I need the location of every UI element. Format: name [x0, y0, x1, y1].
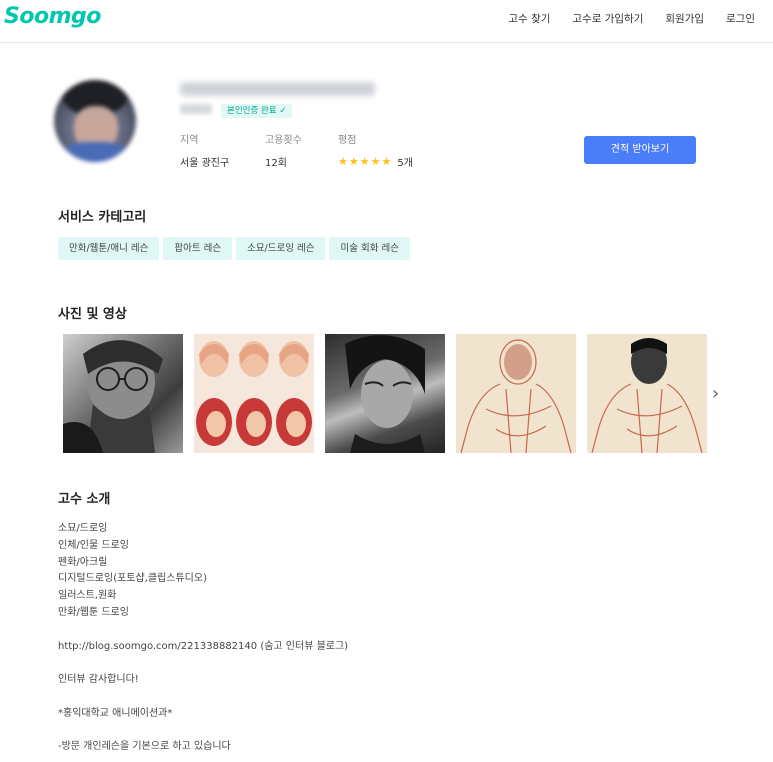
stat-hires-value: 12회: [265, 158, 287, 169]
profile-subname-blurred: [180, 104, 212, 114]
top-header: Soomgo 고수 찾기 고수로 가입하기 회원가입 로그인: [0, 0, 773, 43]
service-chip[interactable]: 소묘/드로잉 레슨: [236, 237, 326, 260]
intro-line: 만화/웹툰 드로잉: [58, 606, 129, 618]
gallery-photo[interactable]: [587, 334, 707, 453]
chevron-right-icon[interactable]: ›: [712, 383, 719, 404]
intro-spacer: [58, 622, 348, 639]
service-category-title: 서비스 카테고리: [58, 210, 147, 225]
media-title: 사진 및 영상: [58, 307, 127, 322]
stat-region-value: 서울 광진구: [180, 158, 230, 169]
star-icon: ★: [370, 155, 381, 168]
profile-name-blurred: [180, 82, 375, 96]
gallery-photo[interactable]: [456, 334, 576, 453]
intro-spacer: [58, 723, 348, 740]
stat-hires: 고용횟수 12회: [265, 131, 302, 169]
stat-region-label: 지역: [180, 135, 199, 146]
stat-rating-value: ★ ★ ★ ★ ★ 5개: [338, 154, 413, 169]
top-nav: 고수 찾기 고수로 가입하기 회원가입 로그인: [508, 11, 755, 26]
gallery-photo[interactable]: [63, 334, 183, 453]
review-count[interactable]: 5개: [397, 158, 413, 169]
nav-find-pro[interactable]: 고수 찾기: [508, 11, 550, 26]
get-quote-button[interactable]: 견적 받아보기: [584, 136, 696, 164]
photo-gallery: [63, 334, 707, 453]
stat-rating-label: 평점: [338, 135, 357, 146]
intro-title: 고수 소개: [58, 492, 111, 507]
gallery-photo[interactable]: [325, 334, 445, 453]
intro-line: *홍익대학교 애니메이션과*: [58, 707, 173, 719]
intro-spacer: [58, 689, 348, 706]
intro-line: 소묘/드로잉: [58, 523, 108, 534]
service-chip[interactable]: 미술 회화 레슨: [329, 237, 410, 260]
intro-spacer: [58, 655, 348, 672]
gallery-photo[interactable]: [194, 334, 314, 453]
stat-rating: 평점 ★ ★ ★ ★ ★ 5개: [338, 131, 413, 169]
service-chip[interactable]: 팝아트 레슨: [163, 237, 233, 260]
soomgo-logo[interactable]: Soomgo: [4, 4, 101, 29]
star-icon: ★: [381, 155, 392, 168]
star-icon: ★: [338, 155, 348, 168]
intro-line: 일러스트,원화: [58, 590, 117, 602]
service-chip-list: 만화/웹툰/애니 레슨 팝아트 레슨 소묘/드로잉 레슨 미술 회화 레슨: [58, 237, 410, 260]
nav-join-as-pro[interactable]: 고수로 가입하기: [572, 11, 643, 26]
rating-stars: ★ ★ ★ ★ ★: [338, 155, 391, 168]
intro-line: -방문 개인레슨을 기본으로 하고 있습니다: [58, 741, 231, 753]
intro-body: 소묘/드로잉인체/인물 드로잉펜화/아크릴디지털드로잉(포토샵,클립스튜디오) 일…: [58, 521, 348, 756]
service-chip[interactable]: 만화/웹툰/애니 레슨: [58, 237, 160, 260]
intro-line: 인터뷰 감사합니다!: [58, 674, 139, 686]
nav-signup[interactable]: 회원가입: [665, 11, 704, 26]
verified-badge: 본인인증 완료 ✓: [221, 104, 293, 118]
star-icon: ★: [359, 155, 370, 168]
intro-line: 디지털드로잉(포토샵,클립스튜디오): [58, 573, 207, 585]
profile-avatar: [54, 80, 136, 162]
intro-link[interactable]: http://blog.soomgo.com/221338882140 (숨고 …: [58, 639, 348, 656]
stat-hires-label: 고용횟수: [265, 135, 302, 146]
intro-line: 펜화/아크릴: [58, 556, 108, 568]
stat-region: 지역 서울 광진구: [180, 131, 229, 169]
intro-line: 인체/인물 드로잉: [58, 539, 129, 551]
star-icon: ★: [348, 155, 359, 168]
nav-login[interactable]: 로그인: [726, 11, 755, 26]
